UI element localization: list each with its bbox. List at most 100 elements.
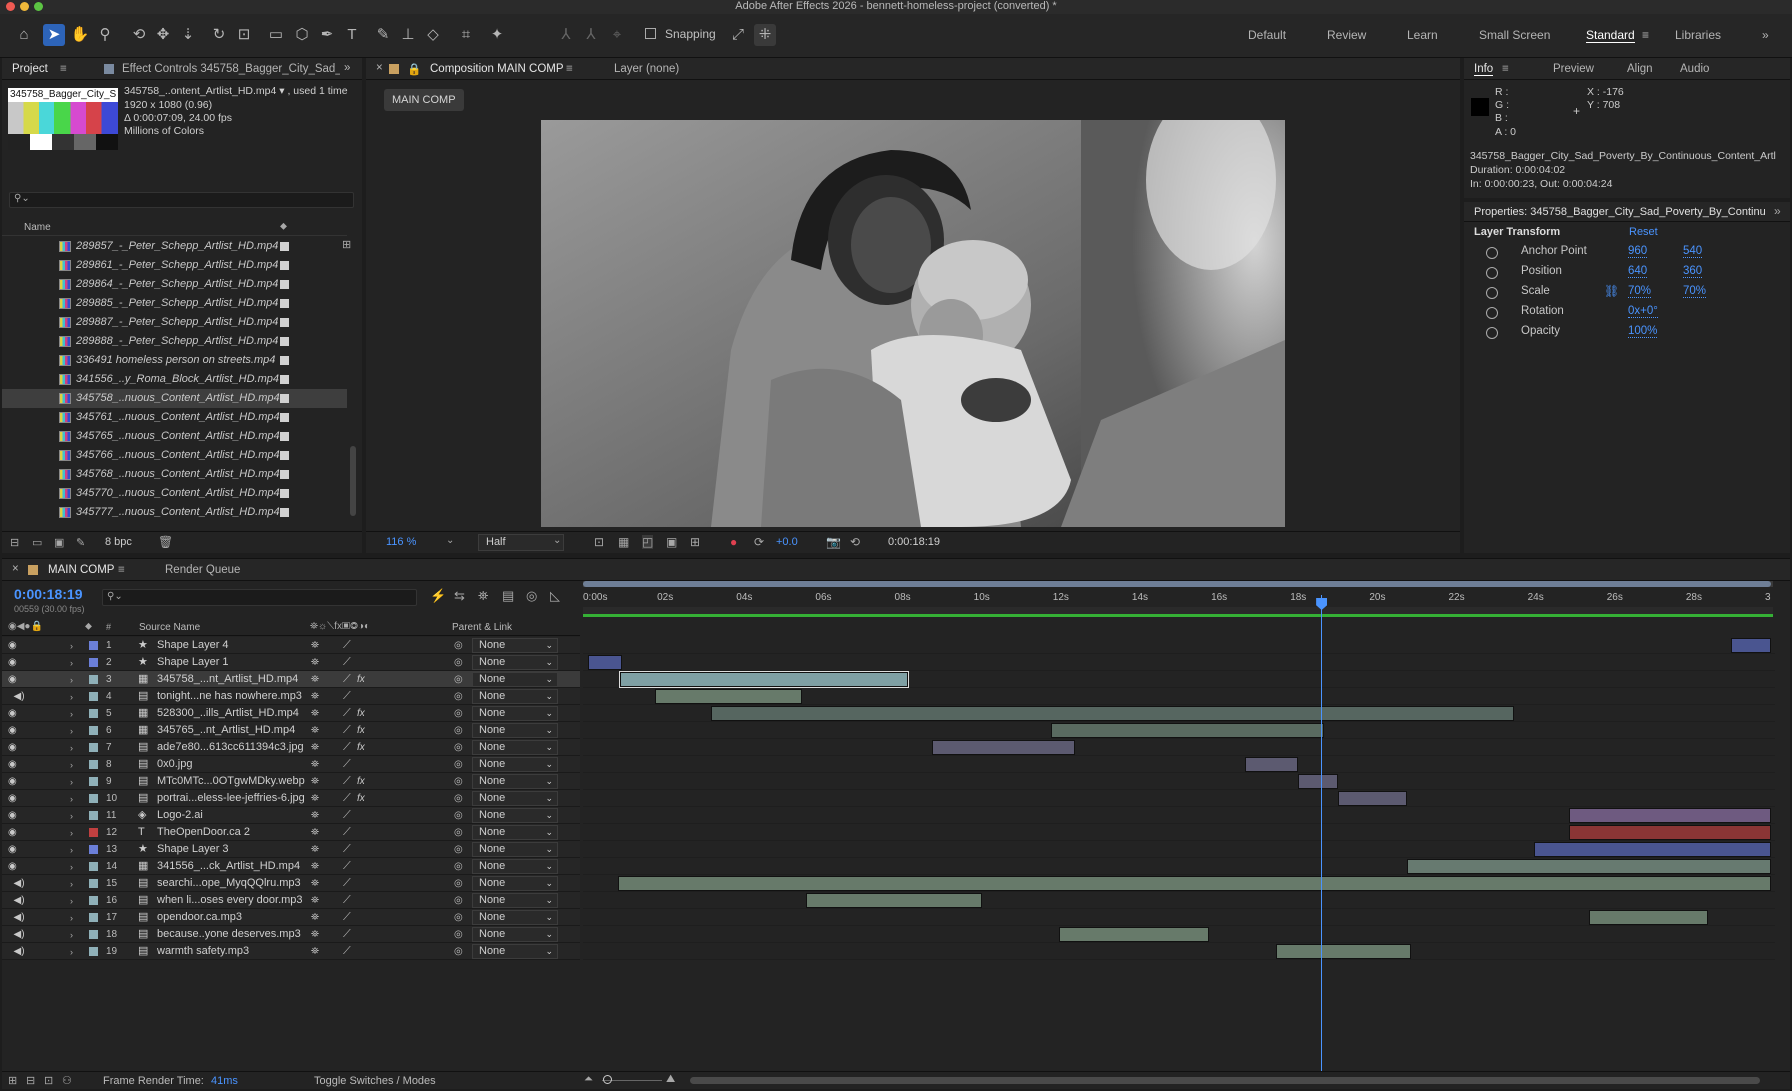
flowchart-icon[interactable]: ⊞ <box>342 238 351 251</box>
pickwhip-icon[interactable]: ◎ <box>454 824 463 841</box>
layer-duration-bar[interactable] <box>1050 723 1324 738</box>
layer-duration-bar[interactable] <box>1058 927 1210 942</box>
layer-source-name[interactable]: warmth safety.mp3 <box>157 943 249 960</box>
effects-switch-icon[interactable]: fx <box>357 773 365 790</box>
zoom-window-button[interactable] <box>34 2 43 11</box>
quality-switch-icon[interactable]: ⟋ <box>343 824 351 841</box>
quality-switch-icon[interactable]: ⟋ <box>343 892 351 909</box>
layer-label-color[interactable] <box>89 709 98 718</box>
property-value-2[interactable]: 70% <box>1683 285 1707 298</box>
project-file-item[interactable]: 345758_..nuous_Content_Artlist_HD.mp4 <box>2 389 347 408</box>
3d-shape-tool-icon[interactable]: ⬡ <box>291 24 313 46</box>
exposure-value[interactable]: +0.0 <box>776 536 798 548</box>
timeline-search-input[interactable]: ⚲⌄ <box>102 589 417 606</box>
workspace-learn[interactable]: Learn <box>1407 28 1438 42</box>
brush-tool-icon[interactable]: ✎ <box>372 24 394 46</box>
project-scrollbar[interactable] <box>350 446 356 516</box>
timeline-layer-row[interactable]: ◉ › 8 ▤ 0x0.jpg ⛯ ⟋ ◎ None ⌄ <box>2 756 1780 773</box>
zoom-out-icon[interactable]: ⏶ <box>584 1073 593 1086</box>
toggle-switches-modes-button[interactable]: Toggle Switches / Modes <box>314 1075 436 1087</box>
pickwhip-icon[interactable]: ◎ <box>454 892 463 909</box>
timeline-layer-row[interactable]: ◉ › 2 ★ Shape Layer 1 ⛯ ⟋ ◎ None ⌄ <box>2 654 1780 671</box>
timeline-layer-row[interactable]: ◉ › 5 ▦ 528300_..ills_Artlist_HD.mp4 ⛯ ⟋ fx ◎ Non… <box>2 705 1780 722</box>
workspace-menu-icon[interactable]: ≡ <box>1642 28 1649 42</box>
project-file-item[interactable]: 289861_-_Peter_Schepp_Artlist_HD.mp4 <box>2 256 347 275</box>
project-file-item[interactable]: 341556_..y_Roma_Block_Artlist_HD.mp4 <box>2 370 347 389</box>
visibility-eye-icon[interactable]: ◉ <box>8 807 17 824</box>
show-snapshot-icon[interactable]: ⟲ <box>850 535 860 549</box>
parent-dropdown[interactable]: None ⌄ <box>472 893 558 908</box>
shy-switch-icon[interactable]: ⛯ <box>311 722 319 739</box>
stopwatch-icon[interactable] <box>1486 247 1498 259</box>
composition-viewer[interactable] <box>541 120 1285 527</box>
effects-switch-icon[interactable]: fx <box>357 705 365 722</box>
comp-breadcrumb-button[interactable]: MAIN COMP <box>384 89 464 111</box>
layer-label-color[interactable] <box>89 641 98 650</box>
expand-layer-icon[interactable]: › <box>70 706 73 723</box>
project-file-item[interactable]: 345765_..nuous_Content_Artlist_HD.mp4 <box>2 427 347 446</box>
quality-switch-icon[interactable]: ⟋ <box>343 637 351 654</box>
close-window-button[interactable] <box>6 2 15 11</box>
shy-switch-icon[interactable]: ⛯ <box>311 705 319 722</box>
zoom-tool-icon[interactable]: ⚲ <box>94 24 116 46</box>
pickwhip-icon[interactable]: ◎ <box>454 807 463 824</box>
selection-tool-icon[interactable]: ➤ <box>43 24 65 46</box>
shy-switch-icon[interactable]: ⛯ <box>311 790 319 807</box>
parent-dropdown[interactable]: None ⌄ <box>472 791 558 806</box>
layer-label-color[interactable] <box>89 845 98 854</box>
layer-label-color[interactable] <box>89 726 98 735</box>
snapshot-icon[interactable]: 📷 <box>826 535 841 549</box>
lock-icon[interactable]: 🔒 <box>407 62 421 76</box>
audio-toggle-icon[interactable]: ◀) <box>8 892 25 909</box>
frame-blending-icon[interactable]: ▤ <box>502 588 514 604</box>
pickwhip-icon[interactable]: ◎ <box>454 739 463 756</box>
parent-dropdown[interactable]: None ⌄ <box>472 825 558 840</box>
pickwhip-icon[interactable]: ◎ <box>454 773 463 790</box>
project-file-item[interactable]: 289885_-_Peter_Schepp_Artlist_HD.mp4 <box>2 294 347 313</box>
layer-label-color[interactable] <box>89 675 98 684</box>
project-file-item[interactable]: 345761_..nuous_Content_Artlist_HD.mp4 <box>2 408 347 427</box>
viewer-timecode[interactable]: 0:00:18:19 <box>888 536 940 548</box>
puppet-pin-tool-icon[interactable]: ✦ <box>486 24 508 46</box>
reset-exposure-icon[interactable]: ⟳ <box>754 535 764 549</box>
project-search-input[interactable]: ⚲⌄ <box>9 192 354 208</box>
parent-dropdown[interactable]: None ⌄ <box>472 842 558 857</box>
pickwhip-icon[interactable]: ◎ <box>454 926 463 943</box>
mask-visibility-icon[interactable]: ◰ <box>642 535 654 549</box>
workspace-default[interactable]: Default <box>1248 28 1286 42</box>
graph-editor-icon[interactable]: ◺ <box>550 588 560 604</box>
layer-duration-bar[interactable] <box>1244 757 1299 772</box>
parent-dropdown[interactable]: None ⌄ <box>472 655 558 670</box>
timeline-layer-row[interactable]: ◀) › 16 ▤ when li...oses every door.mp3 ⛯ ⟋ ◎ No… <box>2 892 1780 909</box>
audio-toggle-icon[interactable]: ◀) <box>8 926 25 943</box>
timeline-menu-icon[interactable]: ≡ <box>118 564 125 576</box>
file-label-swatch[interactable] <box>280 261 289 270</box>
shy-switch-icon[interactable]: ⛯ <box>311 909 319 926</box>
tab-main-comp[interactable]: MAIN COMP <box>48 564 114 576</box>
expand-layer-icon[interactable]: › <box>70 893 73 910</box>
layer-source-name[interactable]: portrai...eless-lee-jeffries-6.jpg <box>157 790 305 807</box>
hand-tool-icon[interactable]: ✋ <box>69 24 91 46</box>
timeline-layer-row[interactable]: ◉ › 12 T TheOpenDoor.ca 2 ⛯ ⟋ ◎ None ⌄ <box>2 824 1780 841</box>
property-value-1[interactable]: 640 <box>1628 265 1648 278</box>
stopwatch-icon[interactable] <box>1486 307 1498 319</box>
project-menu-icon[interactable]: ≡ <box>60 63 67 75</box>
property-value-1[interactable]: 70% <box>1628 285 1652 298</box>
guides-icon[interactable]: ⊞ <box>690 535 700 549</box>
visibility-eye-icon[interactable]: ◉ <box>8 705 17 722</box>
expand-layer-icon[interactable]: › <box>70 808 73 825</box>
shy-switch-icon[interactable]: ⛯ <box>311 756 319 773</box>
zoom-in-icon[interactable]: ⛰ <box>666 1073 675 1086</box>
timeline-layer-row[interactable]: ◉ › 3 ▦ 345758_...nt_Artlist_HD.mp4 ⛯ ⟋ fx ◎ None… <box>2 671 1780 688</box>
layer-label-color[interactable] <box>89 811 98 820</box>
layer-duration-bar[interactable] <box>1731 638 1771 653</box>
type-tool-icon[interactable]: T <box>341 24 363 46</box>
property-value-1[interactable]: 960 <box>1628 245 1648 258</box>
close-tab-icon[interactable]: × <box>376 62 383 74</box>
expand-layer-icon[interactable]: › <box>70 689 73 706</box>
expand-layer-icon[interactable]: › <box>70 672 73 689</box>
parent-dropdown[interactable]: None ⌄ <box>472 706 558 721</box>
layer-source-name[interactable]: 345758_...nt_Artlist_HD.mp4 <box>157 671 298 688</box>
layer-duration-bar[interactable] <box>1276 944 1411 959</box>
layer-source-name[interactable]: 0x0.jpg <box>157 756 192 773</box>
